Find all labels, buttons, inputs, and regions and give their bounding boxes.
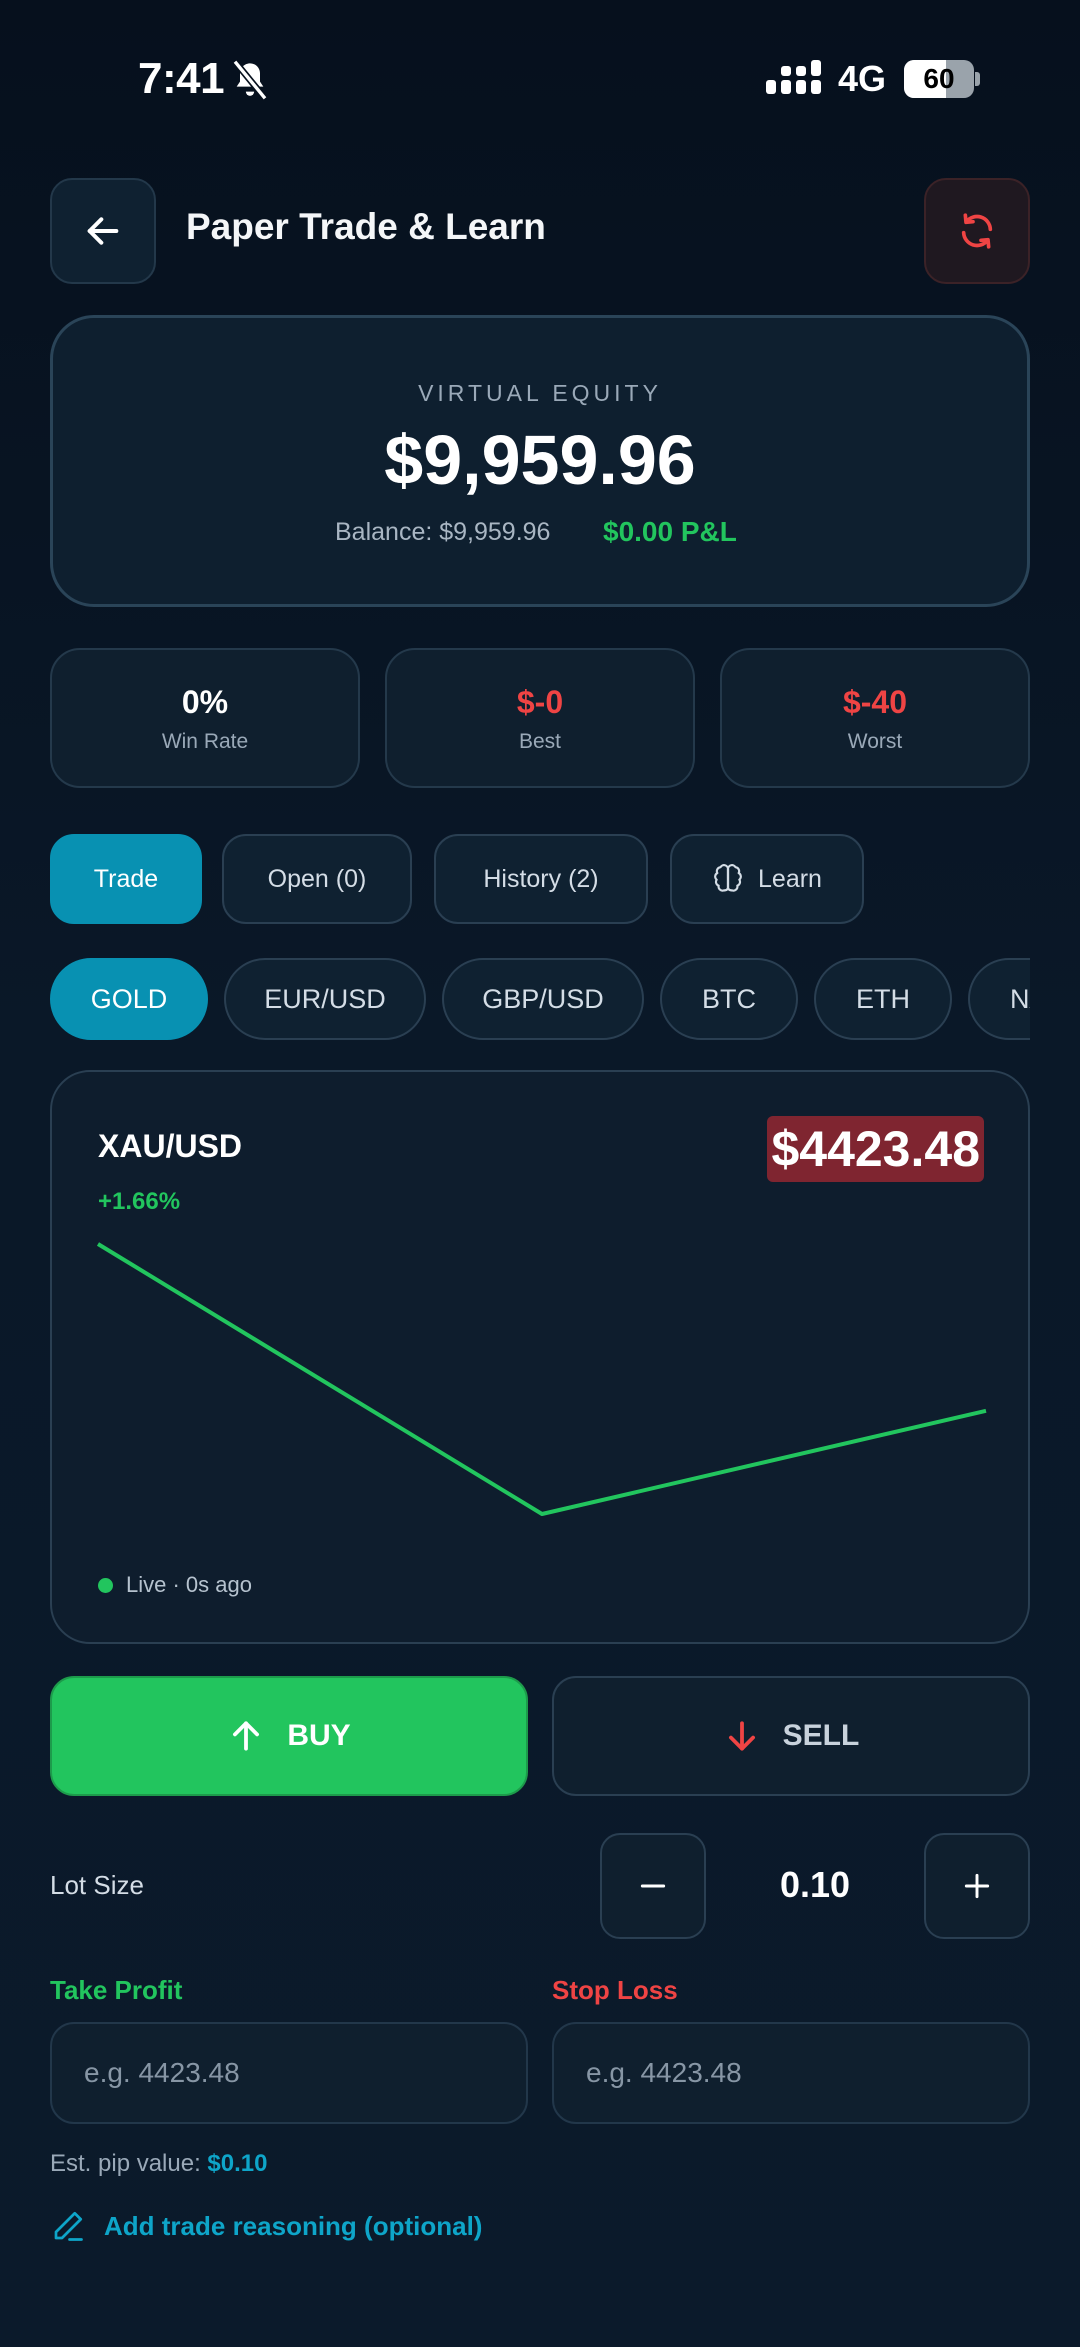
bell-muted-icon: [232, 59, 268, 101]
buy-label: BUY: [287, 1719, 351, 1752]
arrow-up-icon: [233, 1721, 260, 1751]
pair-gbpusd[interactable]: GBP/USD: [442, 958, 644, 1040]
pair-eth[interactable]: ETH: [814, 958, 952, 1040]
stat-value: $-0: [516, 684, 564, 720]
add-reasoning-label: Add trade reasoning (optional): [104, 2210, 483, 2241]
price-series-line: [96, 1242, 987, 1516]
stat-label: Win Rate: [161, 730, 249, 753]
brain-icon: [714, 864, 742, 892]
refresh-icon: [961, 213, 993, 249]
pair-label: ETH: [856, 983, 910, 1014]
pair-label: GOLD: [90, 983, 168, 1014]
buy-button[interactable]: BUY: [50, 1676, 528, 1796]
stop-loss-label: Stop Loss: [552, 1975, 678, 2005]
pip-value-text: Est. pip value: $0.10: [50, 2150, 267, 2178]
pair-label: NAS100: [1010, 983, 1030, 1014]
stat-card-worst: $-40 Worst: [720, 648, 1030, 788]
tab-label: Learn: [758, 864, 822, 893]
equity-label: VIRTUAL EQUITY: [418, 380, 662, 406]
lot-decrease-button[interactable]: [600, 1833, 706, 1939]
tab-history[interactable]: History (2): [434, 834, 648, 924]
pair-btc[interactable]: BTC: [660, 958, 798, 1040]
stat-card-best: $-0 Best: [385, 648, 695, 788]
page-title: Paper Trade & Learn: [186, 206, 546, 247]
live-status: Live · 0s ago: [126, 1572, 252, 1597]
equity-value: $9,959.96: [384, 421, 696, 499]
stat-value: 0%: [181, 684, 229, 720]
stat-value: $-40: [842, 684, 908, 720]
pair-label: EUR/USD: [264, 983, 386, 1014]
refresh-button[interactable]: [924, 178, 1030, 284]
pair-selector: GOLD EUR/USD GBP/USD BTC ETH NAS100: [50, 958, 1030, 1040]
tab-open[interactable]: Open (0): [222, 834, 412, 924]
lot-increase-button[interactable]: [924, 1833, 1030, 1939]
take-profit-label: Take Profit: [50, 1975, 183, 2005]
equity-card: VIRTUAL EQUITY $9,959.96 Balance: $9,959…: [50, 315, 1030, 607]
lot-size-value: 0.10: [779, 1864, 851, 1905]
pair-gold[interactable]: GOLD: [50, 958, 208, 1040]
tab-trade[interactable]: Trade: [50, 834, 202, 924]
signal-icon: [766, 60, 821, 94]
minus-icon: [640, 1884, 666, 1888]
tab-label: Open (0): [267, 864, 367, 893]
chart-symbol: XAU/USD: [98, 1128, 243, 1164]
pair-label: GBP/USD: [482, 983, 604, 1014]
battery-icon: 60: [904, 60, 980, 98]
sell-button[interactable]: SELL: [552, 1676, 1030, 1796]
tab-label: Trade: [93, 864, 159, 893]
pair-nas100[interactable]: NAS100: [968, 958, 1030, 1040]
stat-label: Worst: [847, 730, 903, 753]
pencil-icon: [54, 2211, 83, 2241]
live-indicator-dot: [98, 1578, 113, 1593]
plus-icon: [964, 1873, 990, 1899]
pl-text: $0.00 P&L: [603, 516, 737, 547]
pair-eurusd[interactable]: EUR/USD: [224, 958, 426, 1040]
stop-loss-input[interactable]: [552, 2022, 1030, 2124]
arrow-down-icon: [728, 1721, 755, 1751]
price-change: +1.66%: [98, 1188, 181, 1215]
pip-value: $0.10: [207, 2150, 268, 2177]
tab-learn[interactable]: Learn: [670, 834, 864, 924]
price-chart-card: XAU/USD +1.66% $4423.48 Live · 0s ago: [50, 1070, 1030, 1644]
sell-label: SELL: [782, 1719, 860, 1752]
stat-label: Best: [518, 730, 562, 753]
current-price: $4423.48: [767, 1116, 984, 1182]
take-profit-input[interactable]: [50, 2022, 528, 2124]
back-button[interactable]: [50, 178, 156, 284]
battery-level: 60: [923, 63, 955, 94]
status-time: 7:41: [138, 54, 225, 103]
add-reasoning-link[interactable]: Add trade reasoning (optional): [50, 2208, 482, 2244]
arrow-left-icon: [87, 217, 119, 245]
balance-text: Balance: $9,959.96: [335, 518, 551, 546]
pip-value-label: Est. pip value:: [50, 2150, 201, 2177]
stat-card-win-rate: 0% Win Rate: [50, 648, 360, 788]
network-type: 4G: [838, 58, 887, 99]
pair-label: BTC: [702, 983, 756, 1014]
tab-label: History (2): [483, 864, 599, 893]
lot-size-label: Lot Size: [50, 1870, 144, 1900]
